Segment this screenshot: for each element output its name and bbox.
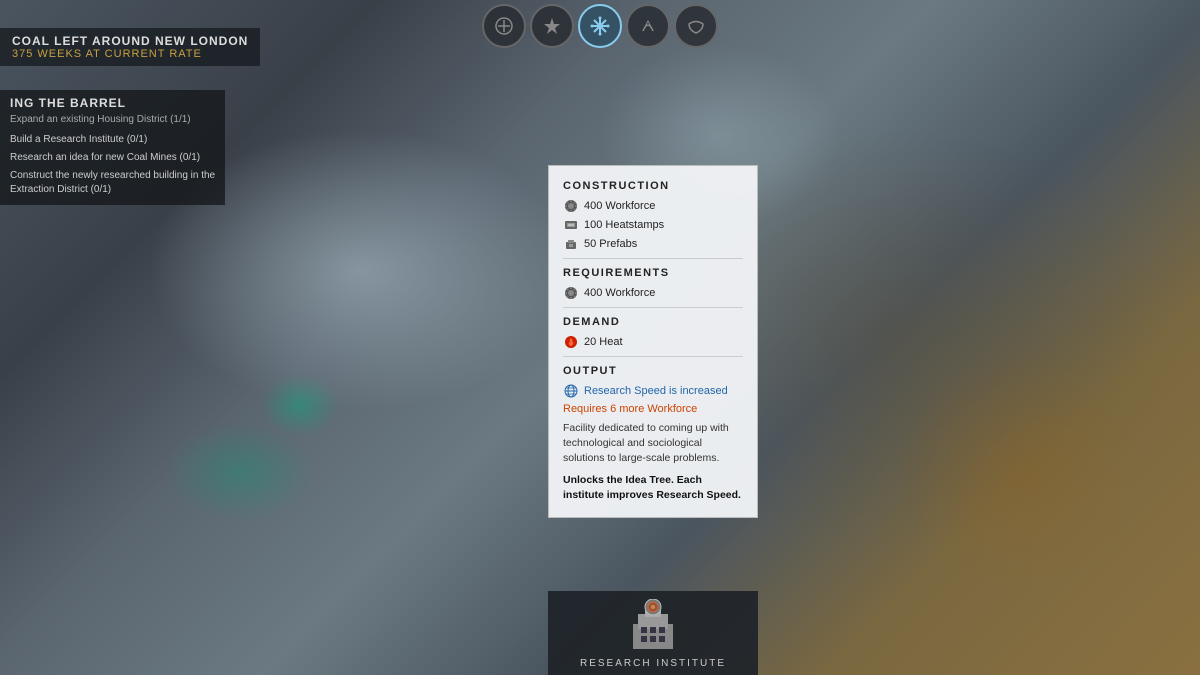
coal-label: COAL LEFT AROUND NEW LONDON [12,34,248,48]
requirements-header: REQUIREMENTS [563,267,743,279]
heat-icon [563,334,579,350]
task-item-2: Research an idea for new Coal Mines (0/1… [10,149,215,167]
construction-panel: CONSTRUCTION 400 Workforce [548,165,758,518]
tasks-title: ING THE BARREL [10,96,215,110]
demand-header: DEMAND [563,316,743,328]
output-row: Research Speed is increased [563,383,743,399]
bold-note: Unlocks the Idea Tree. Each institute im… [563,473,743,503]
workforce-warning: Requires 6 more Workforce [563,403,743,415]
heatstamps-icon [563,217,579,233]
workforce-icon-2 [563,285,579,301]
coal-rate: 375 WEEKS AT CURRENT RATE [12,48,248,60]
divider-3 [563,356,743,357]
output-icon [563,383,579,399]
task-item-3: Construct the newly researched building … [10,167,215,199]
nav-button-5[interactable] [674,4,718,48]
workforce-construction-row: 400 Workforce [563,198,743,214]
divider-1 [563,258,743,259]
description: Facility dedicated to coming up with tec… [563,421,743,467]
heat-row: 20 Heat [563,334,743,350]
prefabs-value: 50 Prefabs [584,238,637,250]
workforce-icon-1 [563,198,579,214]
prefabs-icon [563,236,579,252]
nav-button-1[interactable] [482,4,526,48]
output-header: OUTPUT [563,365,743,377]
building-label: RESEARCH INSTITUTE [580,658,726,669]
coal-info: COAL LEFT AROUND NEW LONDON 375 WEEKS AT… [0,28,260,66]
construction-header: CONSTRUCTION [563,180,743,192]
workforce-requirements-value: 400 Workforce [584,287,655,299]
divider-2 [563,307,743,308]
tasks-panel: ING THE BARREL Expand an existing Housin… [0,90,225,205]
top-navigation [478,0,722,52]
prefabs-row: 50 Prefabs [563,236,743,252]
workforce-construction-value: 400 Workforce [584,200,655,212]
nav-button-4[interactable] [626,4,670,48]
heatstamps-value: 100 Heatstamps [584,219,664,231]
nav-button-2[interactable] [530,4,574,48]
building-icon [623,599,683,654]
output-value: Research Speed is increased [584,385,728,397]
heat-value: 20 Heat [584,336,623,348]
heatstamps-row: 100 Heatstamps [563,217,743,233]
building-footer: RESEARCH INSTITUTE [548,591,758,675]
workforce-requirements-row: 400 Workforce [563,285,743,301]
tasks-subtitle: Expand an existing Housing District (1/1… [10,114,215,125]
nav-button-snowflake[interactable] [578,4,622,48]
task-item-1: Build a Research Institute (0/1) [10,131,215,149]
